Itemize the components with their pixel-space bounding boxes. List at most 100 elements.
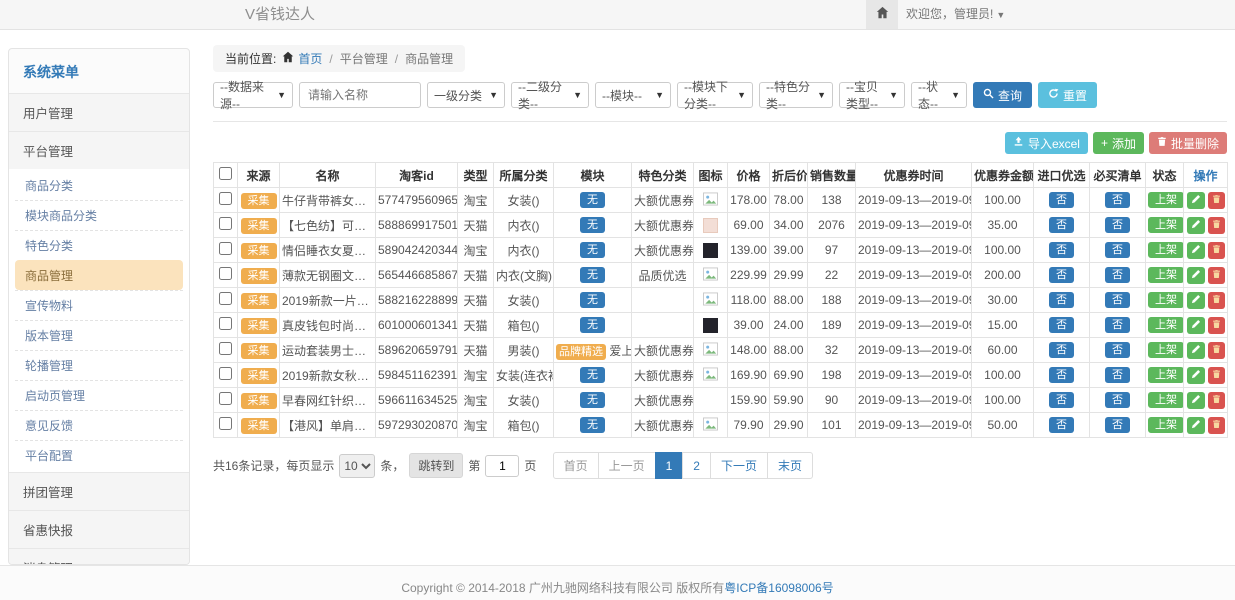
page-size-select[interactable]: 10	[339, 454, 375, 478]
edit-button[interactable]	[1187, 292, 1205, 309]
page-button-末页[interactable]: 末页	[767, 452, 813, 479]
name-search-input[interactable]	[299, 82, 421, 108]
delete-button[interactable]	[1208, 317, 1225, 334]
sidebar-subitem-意见反馈[interactable]: 意见反馈	[15, 410, 183, 440]
module-none-button[interactable]: 无	[580, 217, 605, 233]
page-button-2[interactable]: 2	[682, 452, 711, 479]
edit-button[interactable]	[1187, 367, 1205, 384]
edit-button[interactable]	[1187, 267, 1205, 284]
must-buy-toggle[interactable]: 否	[1105, 192, 1130, 208]
status-button[interactable]: 上架	[1148, 242, 1184, 258]
sidebar-subitem-启动页管理[interactable]: 启动页管理	[15, 380, 183, 410]
sidebar-subitem-特色分类[interactable]: 特色分类	[15, 230, 183, 260]
must-buy-toggle[interactable]: 否	[1105, 367, 1130, 383]
row-checkbox[interactable]	[219, 192, 232, 205]
module-none-button[interactable]: 无	[580, 417, 605, 433]
filter-status-select[interactable]: --状态--▼	[911, 82, 967, 108]
filter-feature-category-select[interactable]: --特色分类--▼	[759, 82, 833, 108]
import-optimal-toggle[interactable]: 否	[1049, 417, 1074, 433]
delete-button[interactable]	[1208, 267, 1225, 284]
import-optimal-toggle[interactable]: 否	[1049, 267, 1074, 283]
import-optimal-toggle[interactable]: 否	[1049, 392, 1074, 408]
edit-button[interactable]	[1187, 392, 1205, 409]
row-checkbox[interactable]	[219, 367, 232, 380]
delete-button[interactable]	[1208, 367, 1225, 384]
edit-button[interactable]	[1187, 317, 1205, 334]
delete-button[interactable]	[1208, 292, 1225, 309]
reset-button[interactable]: 重置	[1038, 82, 1097, 108]
sidebar-subitem-模块商品分类[interactable]: 模块商品分类	[15, 200, 183, 230]
module-none-button[interactable]: 无	[580, 242, 605, 258]
filter-module-subcategory-select[interactable]: --模块下分类--▼	[677, 82, 753, 108]
page-number-input[interactable]	[485, 455, 519, 477]
import-optimal-toggle[interactable]: 否	[1049, 242, 1074, 258]
home-button[interactable]	[866, 0, 898, 29]
status-button[interactable]: 上架	[1148, 217, 1184, 233]
import-optimal-toggle[interactable]: 否	[1049, 192, 1074, 208]
filter-module-select[interactable]: --模块--▼	[595, 82, 671, 108]
delete-button[interactable]	[1208, 217, 1225, 234]
import-optimal-toggle[interactable]: 否	[1049, 317, 1074, 333]
must-buy-toggle[interactable]: 否	[1105, 267, 1130, 283]
row-checkbox[interactable]	[219, 342, 232, 355]
import-optimal-toggle[interactable]: 否	[1049, 367, 1074, 383]
row-checkbox[interactable]	[219, 317, 232, 330]
row-checkbox[interactable]	[219, 267, 232, 280]
sidebar-subitem-平台配置[interactable]: 平台配置	[15, 440, 183, 470]
status-button[interactable]: 上架	[1148, 417, 1184, 433]
module-none-button[interactable]: 无	[580, 292, 605, 308]
page-button-1[interactable]: 1	[655, 452, 684, 479]
status-button[interactable]: 上架	[1148, 317, 1184, 333]
sidebar-subitem-商品分类[interactable]: 商品分类	[15, 171, 183, 200]
filter-level1-category-select[interactable]: 一级分类▼	[427, 82, 505, 108]
filter-item-type-select[interactable]: --宝贝类型--▼	[839, 82, 905, 108]
module-none-button[interactable]: 无	[580, 367, 605, 383]
status-button[interactable]: 上架	[1148, 392, 1184, 408]
edit-button[interactable]	[1187, 217, 1205, 234]
icp-link[interactable]: 粤ICP备16098006号	[724, 581, 833, 595]
must-buy-toggle[interactable]: 否	[1105, 242, 1130, 258]
import-optimal-toggle[interactable]: 否	[1049, 342, 1074, 358]
delete-button[interactable]	[1208, 417, 1225, 434]
status-button[interactable]: 上架	[1148, 342, 1184, 358]
row-checkbox[interactable]	[219, 242, 232, 255]
delete-button[interactable]	[1208, 342, 1225, 359]
query-button[interactable]: 查询	[973, 82, 1032, 108]
import-optimal-toggle[interactable]: 否	[1049, 292, 1074, 308]
user-menu[interactable]: 欢迎您，管理员!▼	[906, 0, 1005, 30]
edit-button[interactable]	[1187, 242, 1205, 259]
row-checkbox[interactable]	[219, 292, 232, 305]
must-buy-toggle[interactable]: 否	[1105, 392, 1130, 408]
filter-level2-category-select[interactable]: --二级分类--▼	[511, 82, 589, 108]
breadcrumb-home-link[interactable]: 首页	[298, 50, 322, 67]
sidebar-subitem-版本管理[interactable]: 版本管理	[15, 320, 183, 350]
module-none-button[interactable]: 无	[580, 267, 605, 283]
edit-button[interactable]	[1187, 417, 1205, 434]
must-buy-toggle[interactable]: 否	[1105, 417, 1130, 433]
sidebar-item-拼团管理[interactable]: 拼团管理	[9, 472, 189, 510]
sidebar-subitem-宣传物料[interactable]: 宣传物料	[15, 290, 183, 320]
sidebar-item-省惠快报[interactable]: 省惠快报	[9, 510, 189, 548]
sidebar-item-用户管理[interactable]: 用户管理	[9, 93, 189, 131]
jump-button[interactable]: 跳转到	[409, 453, 463, 478]
filter-data-source-select[interactable]: --数据来源--▼	[213, 82, 293, 108]
import-optimal-toggle[interactable]: 否	[1049, 217, 1074, 233]
page-button-下一页[interactable]: 下一页	[710, 452, 768, 479]
module-none-button[interactable]: 无	[580, 392, 605, 408]
row-checkbox[interactable]	[219, 217, 232, 230]
sidebar-item-消息管理[interactable]: 消息管理	[9, 548, 189, 565]
row-checkbox[interactable]	[219, 392, 232, 405]
page-button-首页[interactable]: 首页	[553, 452, 599, 479]
import-excel-button[interactable]: 导入excel	[1005, 132, 1088, 154]
module-none-button[interactable]: 无	[580, 317, 605, 333]
delete-button[interactable]	[1208, 392, 1225, 409]
select-all-checkbox[interactable]	[219, 167, 232, 180]
delete-button[interactable]	[1208, 242, 1225, 259]
must-buy-toggle[interactable]: 否	[1105, 217, 1130, 233]
page-button-上一页[interactable]: 上一页	[598, 452, 656, 479]
add-button[interactable]: + 添加	[1093, 132, 1144, 154]
must-buy-toggle[interactable]: 否	[1105, 317, 1130, 333]
status-button[interactable]: 上架	[1148, 267, 1184, 283]
edit-button[interactable]	[1187, 192, 1205, 209]
batch-delete-button[interactable]: 批量删除	[1149, 132, 1227, 154]
